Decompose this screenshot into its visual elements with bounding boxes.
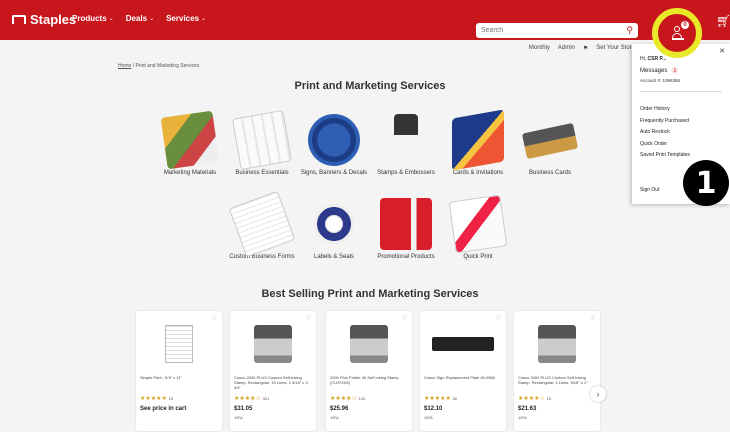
- menu-auto-restock[interactable]: Auto Restock: [640, 129, 690, 141]
- main-nav: Products ⌄ Deals ⌄ Services ⌄: [72, 14, 206, 23]
- rating: ★★★★★ 30: [424, 396, 458, 402]
- product-image: [254, 325, 292, 363]
- staples-logo[interactable]: Staples: [12, 12, 76, 27]
- product-image: [432, 337, 494, 351]
- cart-icon[interactable]: 🛒︎: [716, 14, 730, 28]
- promo-products-image: [380, 198, 432, 250]
- nav-products[interactable]: Products ⌄: [72, 14, 114, 23]
- breadcrumb: Home / Print and Marketing Services: [118, 63, 200, 69]
- category-business-cards[interactable]: Business Cards: [510, 114, 590, 176]
- rating: ★★★★★ 15: [140, 396, 174, 402]
- search-input[interactable]: [481, 27, 621, 34]
- label-roll-image: [314, 204, 354, 244]
- close-icon[interactable]: ✕: [719, 47, 725, 55]
- category-stamps-embossers[interactable]: Stamps & Embossers: [366, 114, 446, 176]
- product-card[interactable]: ♡ 2000 Plus Printer 40 Self Inking Stamp…: [326, 311, 412, 431]
- product-card[interactable]: ♡ Cosco Sign Replacement Plate IN-0988 ★…: [420, 311, 506, 431]
- account-menu: Order History Frequently Purchased Auto …: [640, 106, 690, 164]
- category-business-essentials[interactable]: Business Essentials: [222, 109, 302, 176]
- quick-print-image: [448, 194, 508, 254]
- category-quick-print[interactable]: Quick Print: [438, 194, 518, 260]
- floor-decal-image: [308, 114, 360, 166]
- rating: ★★★★☆ 15: [518, 396, 552, 402]
- account-button[interactable]: 0: [652, 8, 702, 58]
- staples-logo-icon: [12, 15, 26, 24]
- nav-deals[interactable]: Deals ⌄: [126, 14, 154, 23]
- best-selling-title: Best Selling Print and Marketing Service…: [261, 288, 479, 300]
- menu-frequently-purchased[interactable]: Frequently Purchased: [640, 118, 690, 130]
- page-title: Print and Marketing Services: [294, 80, 446, 92]
- category-cards-invitations[interactable]: Cards & Invitations: [438, 109, 518, 176]
- favorite-icon[interactable]: ♡: [496, 315, 501, 322]
- product-image: [165, 325, 193, 363]
- subbar-monthly[interactable]: Monthly: [529, 45, 550, 51]
- subbar-admin[interactable]: Admin: [558, 45, 575, 51]
- search-bar: ⚲: [476, 23, 638, 38]
- business-cards-image: [521, 122, 579, 160]
- menu-order-history[interactable]: Order History: [640, 106, 690, 118]
- menu-quick-order[interactable]: Quick Order: [640, 141, 690, 153]
- account-number: Account #: 1096386: [640, 78, 681, 83]
- category-promotional-products[interactable]: Promotional Products: [366, 198, 446, 260]
- utility-bar: Monthly Admin ⚑ Set Your Store: [0, 40, 730, 56]
- business-forms-image: [228, 190, 296, 258]
- breadcrumb-home[interactable]: Home: [118, 63, 131, 69]
- menu-saved-print-templates[interactable]: Saved Print Templates: [640, 152, 690, 164]
- location-pin-icon: ⚑: [582, 45, 589, 52]
- account-active-indicator: [672, 38, 684, 40]
- favorite-icon[interactable]: ♡: [212, 315, 217, 322]
- breadcrumb-current: Print and Marketing Services: [135, 63, 200, 69]
- chevron-right-icon: ›: [596, 389, 600, 399]
- top-header: Staples Products⌄ Deals⌄ Services⌄ ⚲ 🛒︎: [0, 0, 730, 40]
- chevron-down-icon: ⌄: [108, 16, 114, 22]
- chevron-down-icon: ⌄: [201, 16, 207, 22]
- messages-count-badge: 1: [671, 67, 679, 74]
- product-image: [538, 325, 576, 363]
- marketing-materials-image: [160, 110, 220, 170]
- search-icon[interactable]: ⚲: [626, 25, 633, 36]
- favorite-icon[interactable]: ♡: [402, 315, 407, 322]
- chevron-down-icon: ⌄: [149, 16, 155, 22]
- product-card[interactable]: ♡ Cosco 2000 PLUS Custom Self-Inking Sta…: [514, 311, 600, 431]
- product-card[interactable]: ♡ Cosco 2000 PLUS Custom Self-Inking Sta…: [230, 311, 316, 431]
- account-notification-badge: 0: [681, 21, 689, 29]
- favorite-icon[interactable]: ♡: [590, 315, 595, 322]
- business-essentials-image: [231, 109, 293, 171]
- product-card[interactable]: ♡ Simple Print - 8.5" x 11" ★★★★★ 15 See…: [136, 311, 222, 431]
- sign-out-link[interactable]: Sign Out: [640, 187, 659, 193]
- step-number-badge: 1: [683, 160, 729, 206]
- category-marketing-materials[interactable]: Marketing Materials: [150, 110, 230, 176]
- account-greeting: Hi, CSR P...: [640, 56, 667, 62]
- cards-image: [452, 109, 504, 171]
- category-labels-seals[interactable]: Labels & Seals: [294, 198, 374, 260]
- dropdown-divider: [640, 91, 722, 92]
- stamp-image: [394, 114, 418, 166]
- product-image: [350, 325, 388, 363]
- logo-text: Staples: [30, 12, 77, 27]
- subbar-store[interactable]: Set Your Store: [596, 45, 635, 51]
- nav-services[interactable]: Services ⌄: [166, 14, 206, 23]
- rating: ★★★★☆ 321: [234, 396, 270, 402]
- category-signs-banners-decals[interactable]: Signs, Banners & Decals: [294, 114, 374, 176]
- favorite-icon[interactable]: ♡: [306, 315, 311, 322]
- carousel-next-button[interactable]: ›: [590, 386, 606, 402]
- messages-link[interactable]: Messages 1: [640, 67, 679, 74]
- main-content: Home / Print and Marketing Services Prin…: [0, 56, 640, 432]
- rating: ★★★★☆ 120: [330, 396, 366, 402]
- category-custom-business-forms[interactable]: Custom Business Forms: [222, 190, 302, 260]
